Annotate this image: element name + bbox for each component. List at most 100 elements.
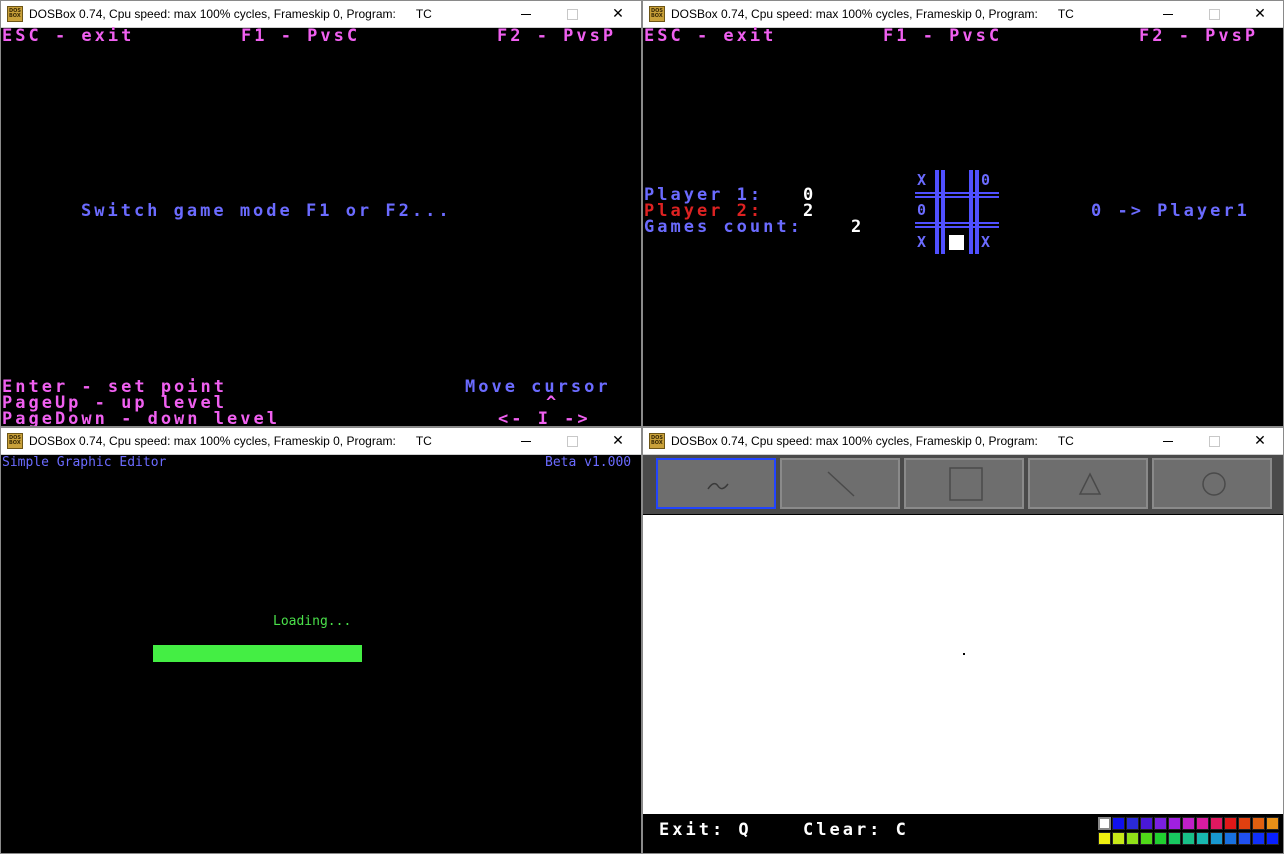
palette-swatch[interactable]: [1210, 832, 1223, 845]
f2-hint: F2 - PvsP: [497, 26, 617, 46]
palette-swatch[interactable]: [1168, 817, 1181, 830]
window-title: DOSBox 0.74, Cpu speed: max 100% cycles,…: [29, 434, 396, 448]
esc-hint: ESC - exit: [644, 26, 777, 46]
palette-swatch[interactable]: [1098, 817, 1111, 830]
close-button[interactable]: ✕: [1237, 428, 1283, 454]
game-board[interactable]: X 0 0 X X: [915, 170, 999, 254]
palette-swatch[interactable]: [1168, 832, 1181, 845]
window-title: DOSBox 0.74, Cpu speed: max 100% cycles,…: [671, 434, 1038, 448]
freehand-icon: [707, 482, 729, 490]
close-icon: ✕: [612, 6, 624, 22]
program-name: TC: [1057, 434, 1074, 448]
drawing-canvas[interactable]: [643, 515, 1283, 814]
color-palette[interactable]: [1098, 817, 1283, 849]
editor-title: Simple Graphic Editor: [2, 455, 167, 470]
dos-screen[interactable]: Exit: Q Clear: C: [643, 455, 1283, 853]
palette-swatch[interactable]: [1140, 817, 1153, 830]
palette-swatch[interactable]: [1112, 817, 1125, 830]
close-icon: ✕: [1254, 6, 1266, 22]
dos-screen[interactable]: Simple Graphic Editor Beta v1.000 Loadin…: [1, 455, 641, 853]
palette-swatch[interactable]: [1126, 817, 1139, 830]
triangle-icon: [1078, 472, 1102, 495]
rectangle-tool-button[interactable]: [904, 458, 1024, 509]
pagedown-hint: PageDown - down level: [2, 409, 280, 427]
title-bar[interactable]: DOS BOX DOSBox 0.74, Cpu speed: max 100% …: [1, 1, 641, 28]
palette-swatch[interactable]: [1154, 817, 1167, 830]
circle-tool-button[interactable]: [1152, 458, 1272, 509]
palette-swatch[interactable]: [1224, 832, 1237, 845]
program-name: TC: [1057, 7, 1074, 21]
close-button[interactable]: ✕: [1237, 1, 1283, 27]
dosbox-icon: DOS BOX: [649, 6, 665, 22]
freehand-tool-button[interactable]: [656, 458, 776, 509]
minimize-button[interactable]: [1145, 428, 1191, 454]
close-button[interactable]: ✕: [595, 1, 641, 27]
palette-swatch[interactable]: [1266, 817, 1279, 830]
games-count: 2: [851, 217, 865, 237]
title-bar[interactable]: DOS BOX DOSBox 0.74, Cpu speed: max 100% …: [1, 428, 641, 455]
board-cell-0-2[interactable]: 0: [981, 173, 990, 188]
tool-bar: [643, 455, 1283, 514]
dosbox-icon: DOS BOX: [7, 433, 23, 449]
editor-version: Beta v1.000: [545, 455, 632, 470]
canvas-dot: [963, 653, 965, 655]
board-cell-2-0[interactable]: X: [917, 235, 926, 250]
arrows-hint: <- I ->: [498, 409, 591, 427]
status-bar: Exit: Q Clear: C: [643, 814, 1283, 853]
dos-screen[interactable]: ESC - exit F1 - PvsC F2 - PvsP Switch ga…: [1, 28, 641, 426]
f1-hint: F1 - PvsC: [883, 26, 1003, 46]
dosbox-window-paint: DOS BOX DOSBox 0.74, Cpu speed: max 100% …: [642, 427, 1284, 854]
board-cursor[interactable]: [949, 235, 964, 250]
palette-swatch[interactable]: [1182, 832, 1195, 845]
board-cell-1-0[interactable]: 0: [917, 203, 926, 218]
loading-text: Loading...: [273, 614, 352, 629]
board-cell-0-0[interactable]: X: [917, 173, 926, 188]
triangle-tool-button[interactable]: [1028, 458, 1148, 509]
window-title: DOSBox 0.74, Cpu speed: max 100% cycles,…: [29, 7, 396, 21]
palette-swatch[interactable]: [1238, 832, 1251, 845]
turn-indicator: 0 -> Player1: [1091, 201, 1250, 221]
circle-icon: [1202, 472, 1226, 496]
board-cell-2-2[interactable]: X: [981, 235, 990, 250]
close-icon: ✕: [1254, 433, 1266, 449]
palette-swatch[interactable]: [1224, 817, 1237, 830]
palette-swatch[interactable]: [1238, 817, 1251, 830]
close-icon: ✕: [612, 433, 624, 449]
dos-screen[interactable]: ESC - exit F1 - PvsC F2 - PvsP Player 1:…: [643, 28, 1283, 426]
dosbox-window-editor: DOS BOX DOSBox 0.74, Cpu speed: max 100% …: [0, 427, 642, 854]
dosbox-icon: DOS BOX: [649, 433, 665, 449]
palette-swatch[interactable]: [1196, 832, 1209, 845]
program-name: TC: [415, 7, 432, 21]
player2-score: 2: [803, 201, 817, 221]
palette-swatch[interactable]: [1140, 832, 1153, 845]
palette-swatch[interactable]: [1196, 817, 1209, 830]
esc-hint: ESC - exit: [2, 26, 135, 46]
mode-prompt: Switch game mode F1 or F2...: [81, 201, 452, 221]
palette-swatch[interactable]: [1098, 832, 1111, 845]
window-title: DOSBox 0.74, Cpu speed: max 100% cycles,…: [671, 7, 1038, 21]
program-name: TC: [415, 434, 432, 448]
maximize-button: [1191, 1, 1237, 27]
palette-swatch[interactable]: [1252, 817, 1265, 830]
palette-swatch[interactable]: [1252, 832, 1265, 845]
palette-swatch[interactable]: [1182, 817, 1195, 830]
f2-hint: F2 - PvsP: [1139, 26, 1259, 46]
palette-swatch[interactable]: [1126, 832, 1139, 845]
maximize-button: [549, 1, 595, 27]
palette-swatch[interactable]: [1154, 832, 1167, 845]
line-tool-button[interactable]: [780, 458, 900, 509]
loading-progress-fill: [153, 645, 362, 662]
close-button[interactable]: ✕: [595, 428, 641, 454]
palette-swatch[interactable]: [1112, 832, 1125, 845]
minimize-button[interactable]: [1145, 1, 1191, 27]
palette-swatch[interactable]: [1266, 832, 1279, 845]
f1-hint: F1 - PvsC: [241, 26, 361, 46]
title-bar[interactable]: DOS BOX DOSBox 0.74, Cpu speed: max 100% …: [643, 1, 1283, 28]
maximize-button: [549, 428, 595, 454]
minimize-button[interactable]: [503, 1, 549, 27]
dosbox-icon: DOS BOX: [7, 6, 23, 22]
palette-swatch[interactable]: [1210, 817, 1223, 830]
minimize-button[interactable]: [503, 428, 549, 454]
maximize-button: [1191, 428, 1237, 454]
title-bar[interactable]: DOS BOX DOSBox 0.74, Cpu speed: max 100% …: [643, 428, 1283, 455]
